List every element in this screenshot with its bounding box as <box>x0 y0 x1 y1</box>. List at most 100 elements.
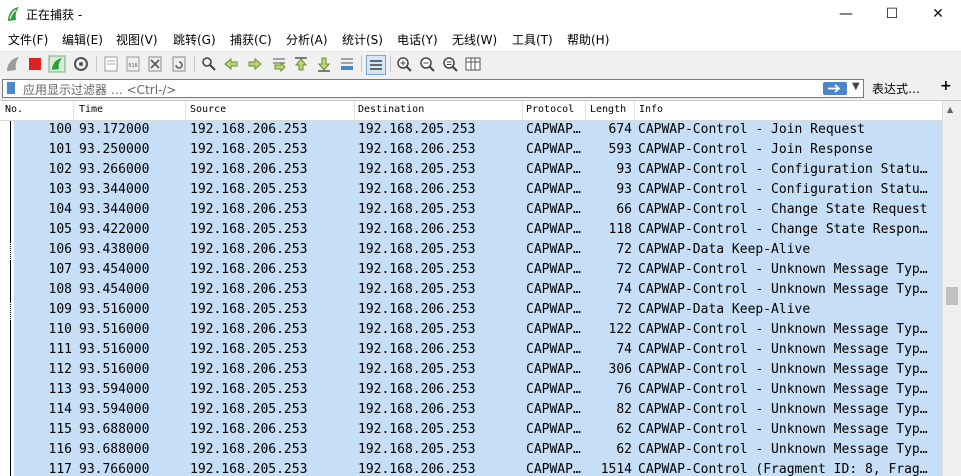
maximize-button[interactable]: ☐ <box>869 0 915 28</box>
close-button[interactable]: ✕ <box>915 0 961 28</box>
start-capture-icon[interactable] <box>4 55 22 73</box>
packet-row[interactable]: 113 93.594000 192.168.205.253 192.168.206.2… <box>0 381 942 401</box>
restart-capture-icon[interactable] <box>48 55 66 73</box>
zoom-in-icon[interactable] <box>395 55 413 73</box>
packet-row[interactable]: 106 93.438000 192.168.206.253 192.168.205.2… <box>0 241 942 261</box>
packet-row[interactable]: 102 93.266000 192.168.206.253 192.168.205.2… <box>0 161 942 181</box>
find-packet-icon[interactable] <box>200 55 218 73</box>
packet-row[interactable]: 103 93.344000 192.168.205.253 192.168.206.2… <box>0 181 942 201</box>
packet-row[interactable]: 108 93.454000 192.168.206.253 192.168.205.2… <box>0 281 942 301</box>
cell-time: 93.766000 <box>79 462 150 476</box>
auto-scroll-icon[interactable] <box>338 55 356 73</box>
menu-analyze[interactable]: 分析(A) <box>286 31 328 48</box>
cell-protocol: CAPWAP… <box>526 322 581 337</box>
column-divider[interactable] <box>73 101 74 120</box>
conversation-marker <box>0 301 14 321</box>
column-header-protocol[interactable]: Protocol <box>526 104 574 115</box>
stop-capture-icon[interactable] <box>26 55 44 73</box>
open-file-icon[interactable] <box>102 55 120 73</box>
column-header-source[interactable]: Source <box>190 104 226 115</box>
packet-row[interactable]: 105 93.422000 192.168.205.253 192.168.206.2… <box>0 221 942 241</box>
vertical-scrollbar[interactable]: ▲ <box>942 101 961 476</box>
cell-source: 192.168.205.253 <box>190 302 308 317</box>
go-to-packet-icon[interactable] <box>270 55 288 73</box>
packet-row[interactable]: 101 93.250000 192.168.205.253 192.168.206.2… <box>0 141 942 161</box>
resize-columns-icon[interactable] <box>464 55 482 73</box>
column-header-destination[interactable]: Destination <box>358 104 424 115</box>
menu-tools[interactable]: 工具(T) <box>512 31 553 48</box>
cell-destination: 192.168.206.253 <box>358 182 476 197</box>
conversation-marker <box>0 401 14 421</box>
menu-edit[interactable]: 编辑(E) <box>62 31 103 48</box>
scrollbar-thumb[interactable] <box>946 287 958 305</box>
go-forward-icon[interactable] <box>246 55 264 73</box>
cell-destination: 192.168.206.253 <box>358 302 476 317</box>
column-divider[interactable] <box>585 101 586 120</box>
packet-list[interactable]: No. Time Source Destination Protocol Len… <box>0 101 961 476</box>
packet-row[interactable]: 100 93.172000 192.168.206.253 192.168.205.2… <box>0 121 942 141</box>
cell-protocol: CAPWAP… <box>526 342 581 357</box>
column-header-length[interactable]: Length <box>590 104 626 115</box>
column-divider[interactable] <box>634 101 635 120</box>
menu-capture[interactable]: 捕获(C) <box>230 31 272 48</box>
cell-no: 104 <box>48 202 72 217</box>
go-first-icon[interactable] <box>292 55 310 73</box>
cell-destination: 192.168.206.253 <box>358 462 476 476</box>
capture-options-icon[interactable] <box>72 55 90 73</box>
filter-history-dropdown-icon[interactable]: ▼ <box>852 81 860 92</box>
menu-view[interactable]: 视图(V) <box>116 31 158 48</box>
go-last-icon[interactable] <box>315 55 333 73</box>
cell-protocol: CAPWAP… <box>526 362 581 377</box>
cell-destination: 192.168.205.253 <box>358 282 476 297</box>
packet-row[interactable]: 116 93.688000 192.168.206.253 192.168.205.2… <box>0 441 942 461</box>
zoom-normal-icon[interactable] <box>441 55 459 73</box>
zoom-out-icon[interactable] <box>418 55 436 73</box>
packet-row[interactable]: 117 93.766000 192.168.205.253 192.168.206.2… <box>0 461 942 476</box>
apply-filter-arrow-icon[interactable] <box>823 82 847 95</box>
packet-row[interactable]: 110 93.516000 192.168.206.253 192.168.205.2… <box>0 321 942 341</box>
colorize-icon[interactable] <box>366 55 386 75</box>
menu-file[interactable]: 文件(F) <box>8 31 48 48</box>
cell-info: CAPWAP-Control - Unknown Message Typ… <box>638 422 928 437</box>
go-back-icon[interactable] <box>222 55 240 73</box>
scroll-up-arrow-icon[interactable]: ▲ <box>947 105 953 114</box>
cell-source: 192.168.205.253 <box>190 462 308 476</box>
packet-row[interactable]: 104 93.344000 192.168.206.253 192.168.205.2… <box>0 201 942 221</box>
packet-row[interactable]: 109 93.516000 192.168.205.253 192.168.206.2… <box>0 301 942 321</box>
menu-wireless[interactable]: 无线(W) <box>452 31 497 48</box>
packet-row[interactable]: 112 93.516000 192.168.206.253 192.168.205.2… <box>0 361 942 381</box>
save-file-icon[interactable]: 010 <box>124 55 142 73</box>
menu-telephony[interactable]: 电话(Y) <box>397 31 438 48</box>
display-filter-input[interactable]: 应用显示过滤器 … <Ctrl-/> ▼ <box>2 79 864 98</box>
cell-no: 117 <box>48 462 72 476</box>
cell-destination: 192.168.205.253 <box>358 262 476 277</box>
column-header-time[interactable]: Time <box>79 104 103 115</box>
reload-file-icon[interactable] <box>170 55 188 73</box>
column-header-info[interactable]: Info <box>639 104 663 115</box>
cell-destination: 192.168.206.253 <box>358 382 476 397</box>
minimize-button[interactable]: — <box>823 0 869 28</box>
column-divider[interactable] <box>522 101 523 120</box>
cell-destination: 192.168.206.253 <box>358 402 476 417</box>
menu-help[interactable]: 帮助(H) <box>567 31 609 48</box>
close-file-icon[interactable] <box>146 55 164 73</box>
column-divider[interactable] <box>185 101 186 120</box>
menu-go[interactable]: 跳转(G) <box>173 31 216 48</box>
bookmark-icon[interactable] <box>7 82 15 94</box>
cell-source: 192.168.205.253 <box>190 402 308 417</box>
column-header-no[interactable]: No. <box>5 104 23 115</box>
add-filter-button[interactable]: + <box>940 78 952 94</box>
packet-row[interactable]: 107 93.454000 192.168.206.253 192.168.205.2… <box>0 261 942 281</box>
cell-info: CAPWAP-Control - Change State Request <box>638 202 928 217</box>
menu-statistics[interactable]: 统计(S) <box>342 31 383 48</box>
cell-no: 111 <box>48 342 72 357</box>
packet-row[interactable]: 111 93.516000 192.168.205.253 192.168.206.2… <box>0 341 942 361</box>
packet-row[interactable]: 114 93.594000 192.168.205.253 192.168.206.2… <box>0 401 942 421</box>
packet-row[interactable]: 115 93.688000 192.168.206.253 192.168.205.2… <box>0 421 942 441</box>
cell-no: 113 <box>48 382 72 397</box>
cell-info: CAPWAP-Control - Unknown Message Typ… <box>638 402 928 417</box>
column-divider[interactable] <box>354 101 355 120</box>
cell-destination: 192.168.206.253 <box>358 342 476 357</box>
cell-info: CAPWAP-Control - Join Response <box>638 142 873 157</box>
expression-button[interactable]: 表达式… <box>872 80 920 97</box>
